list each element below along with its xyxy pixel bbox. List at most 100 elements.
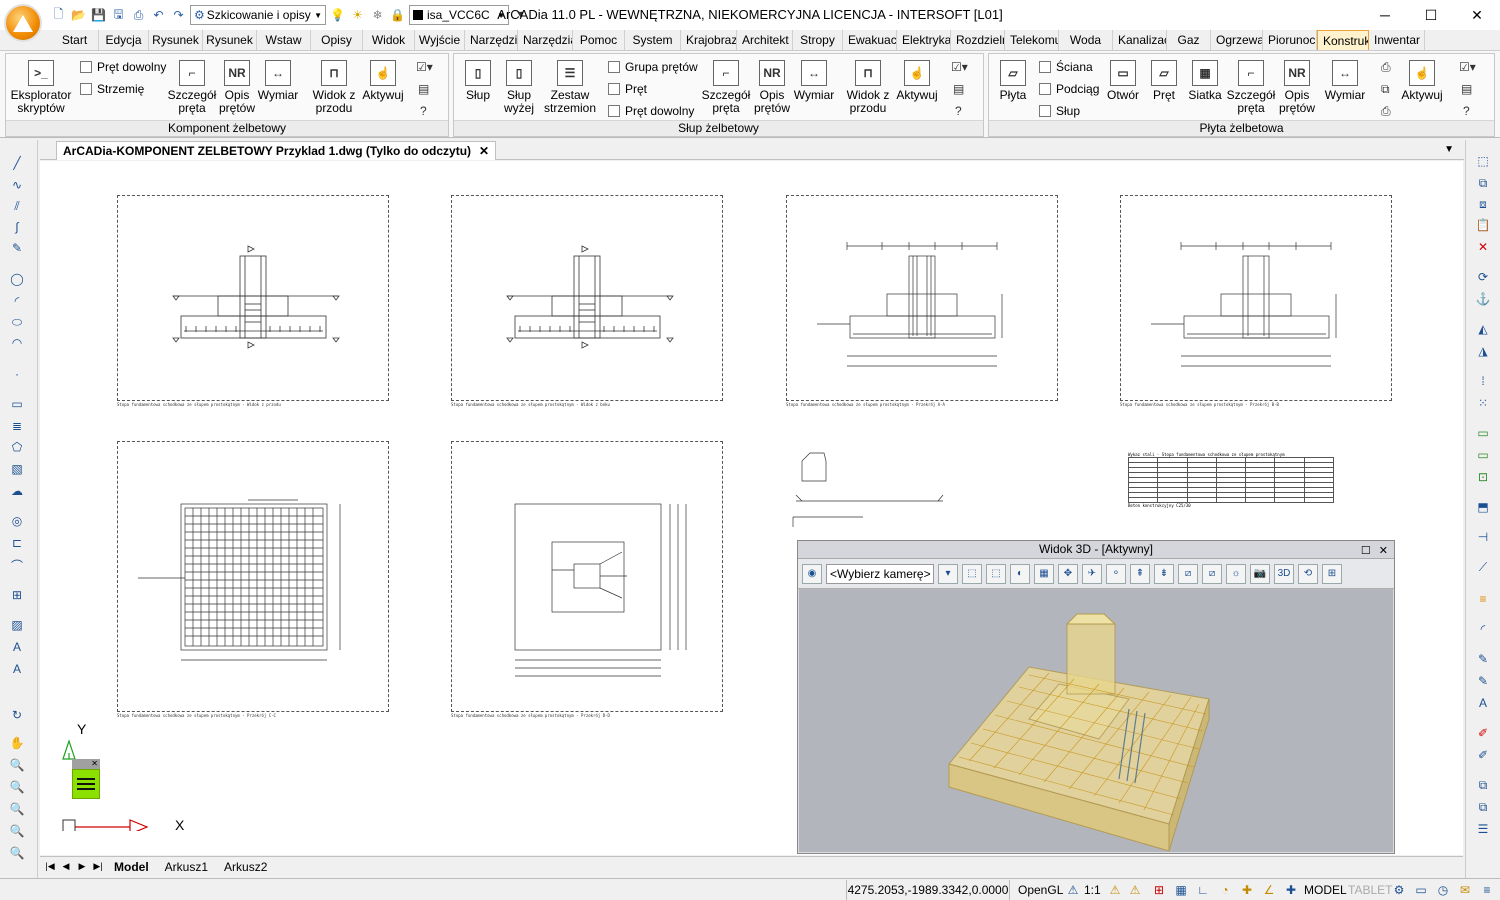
- tab-wyjscie[interactable]: Wyjście: [415, 30, 465, 50]
- view-perspective-icon[interactable]: ⬚: [962, 563, 982, 584]
- tab-inwentar[interactable]: Inwentar: [1369, 30, 1425, 50]
- view-3d-window[interactable]: Widok 3D - [Aktywny] ☐ ✕ ◉ <Wybierz kame…: [797, 540, 1395, 854]
- chevron-down-icon[interactable]: ▼: [1444, 144, 1454, 155]
- coordinates-readout[interactable]: 4275.2053,-1989.3342,0.0000: [846, 880, 1010, 900]
- view-3d-titlebar[interactable]: Widok 3D - [Aktywny] ☐ ✕: [798, 541, 1394, 559]
- tab-rysunek-2[interactable]: Rysunek: [203, 30, 257, 50]
- tab-woda[interactable]: Woda: [1059, 30, 1113, 50]
- table-icon[interactable]: ⊞: [8, 586, 26, 604]
- zoom-previous-icon[interactable]: 🔍: [8, 822, 26, 840]
- scale-label[interactable]: 1:1: [1084, 883, 1101, 897]
- orbit-icon[interactable]: ✥: [1058, 563, 1078, 584]
- view-axonometric-icon[interactable]: ⬚: [986, 563, 1006, 584]
- tab-edycja[interactable]: Edycja: [99, 30, 149, 50]
- slup-button[interactable]: ▯ Słup: [458, 60, 498, 102]
- match-properties-icon[interactable]: ✐: [1474, 746, 1492, 764]
- tab-elektryka[interactable]: Elektryka: [897, 30, 951, 50]
- add-camera-icon[interactable]: ◉: [802, 563, 822, 584]
- restore-button[interactable]: ☐: [1361, 543, 1371, 560]
- redo-icon[interactable]: ↷: [170, 7, 187, 24]
- tab-ewakuacja[interactable]: Ewakuacja: [843, 30, 897, 50]
- light-icon[interactable]: ☼: [1226, 563, 1246, 584]
- mail-icon[interactable]: ✉: [1456, 881, 1474, 899]
- tab-stropy[interactable]: Stropy: [793, 30, 843, 50]
- lock-icon[interactable]: 🔒: [389, 7, 406, 24]
- zoom-window-icon[interactable]: 🔍: [8, 778, 26, 796]
- snap-tracking-icon[interactable]: ∠: [1260, 881, 1278, 899]
- line-icon[interactable]: ╱: [8, 154, 26, 172]
- render-style-icon[interactable]: ◐: [1010, 563, 1030, 584]
- tab-rysunek[interactable]: Rysunek: [149, 30, 203, 50]
- tab-arkusz2[interactable]: Arkusz2: [218, 860, 273, 874]
- tab-rozdzielnia[interactable]: Rozdzielnia: [951, 30, 1005, 50]
- zoom-in-icon[interactable]: 🔍: [8, 844, 26, 862]
- wall-material-icon[interactable]: ▦: [1034, 563, 1054, 584]
- insert-block-icon[interactable]: ⊏: [8, 534, 26, 552]
- help-button[interactable]: ?: [955, 104, 962, 118]
- point-icon[interactable]: ·: [8, 365, 26, 383]
- podciag-button[interactable]: Podciąg: [1039, 82, 1099, 96]
- select-icon[interactable]: ⬚: [1474, 152, 1492, 170]
- save-icon[interactable]: 💾: [90, 7, 107, 24]
- view-3d-icon[interactable]: ⟲: [1298, 563, 1318, 584]
- ortho-icon[interactable]: ∟: [1194, 881, 1212, 899]
- szczegol-preta-button[interactable]: ⌐ Szczegół pręta: [166, 60, 218, 115]
- mirror-copy-icon[interactable]: ⧈: [1474, 195, 1492, 213]
- donut-icon[interactable]: ◎: [8, 512, 26, 530]
- break-icon[interactable]: ⟋: [1474, 558, 1492, 576]
- wymiar-3-button[interactable]: ↔ Wymiar: [1323, 60, 1367, 102]
- pret-button[interactable]: Pręt: [608, 82, 647, 96]
- grid-icon[interactable]: ⊞: [1322, 563, 1342, 584]
- section-icon[interactable]: ⧄: [1178, 563, 1198, 584]
- tab-wstaw[interactable]: Wstaw: [257, 30, 311, 50]
- eraser-icon[interactable]: ✐: [1474, 724, 1492, 742]
- multiline-text-icon[interactable]: A: [8, 660, 26, 678]
- section-2-icon[interactable]: ⧄: [1202, 563, 1222, 584]
- opis-pretow-button[interactable]: NR Opis prętów: [218, 60, 256, 115]
- widok-z-przodu-2-button[interactable]: ⊓ Widok z przodu: [842, 60, 894, 115]
- tab-narzedzia[interactable]: Narzędzia: [465, 30, 518, 50]
- print-small-icon[interactable]: ⎙: [1381, 104, 1391, 119]
- wymiar-2-button[interactable]: ↔ Wymiar: [792, 60, 836, 102]
- plyta-button[interactable]: ▱ Płyta: [991, 60, 1035, 102]
- tab-konstruk[interactable]: Konstruk: [1317, 30, 1369, 50]
- tab-kanalizac[interactable]: Kanalizac: [1113, 30, 1167, 50]
- tab-narzedzia-2[interactable]: Narzędzia: [518, 30, 573, 50]
- annotation-visibility-icon[interactable]: ⚠: [1106, 881, 1124, 899]
- tab-widok[interactable]: Widok: [363, 30, 415, 50]
- tab-system[interactable]: System: [625, 30, 681, 50]
- zoom-extents-icon[interactable]: 🔍: [8, 800, 26, 818]
- opis-pretow-2-button[interactable]: NR Opis prętów: [752, 60, 792, 115]
- polar-tracking-icon[interactable]: ◔: [1216, 881, 1234, 899]
- edit-text-icon[interactable]: A: [1474, 694, 1492, 712]
- wymiar-button[interactable]: ↔ Wymiar: [256, 60, 300, 102]
- polyline-icon[interactable]: ∿: [8, 176, 26, 194]
- clean-screen-icon[interactable]: ◷: [1434, 881, 1452, 899]
- tablet-button[interactable]: TABLET: [1348, 883, 1392, 897]
- paste-icon[interactable]: 📋: [1474, 216, 1492, 234]
- move-icon[interactable]: ⊡: [1474, 468, 1492, 486]
- mirror-icon[interactable]: ◭: [1474, 320, 1492, 338]
- extend-icon[interactable]: ⊣: [1474, 528, 1492, 546]
- first-sheet-icon[interactable]: |◀: [44, 861, 56, 872]
- pan-hand-icon[interactable]: ✋: [8, 734, 26, 752]
- renderer-label[interactable]: OpenGL: [1018, 883, 1063, 897]
- tab-telekomu[interactable]: Telekomu: [1005, 30, 1059, 50]
- fillet-icon[interactable]: ◜: [1474, 620, 1492, 638]
- cloud-icon[interactable]: ☁: [8, 482, 26, 500]
- list-icon[interactable]: ▤: [1461, 82, 1472, 96]
- copy-objects-icon[interactable]: ⧉: [1474, 174, 1492, 192]
- view-3d-scene[interactable]: [799, 589, 1393, 852]
- camera-dropdown-icon[interactable]: ▾: [938, 563, 958, 584]
- tab-krajobraz[interactable]: Krajobraz: [681, 30, 737, 50]
- ellipse-arc-icon[interactable]: ◠: [8, 334, 26, 352]
- object-snap-icon[interactable]: ✚: [1238, 881, 1256, 899]
- slup-wyzej-button[interactable]: ▯ Słup wyżej: [498, 60, 540, 115]
- slup-3-button[interactable]: Słup: [1039, 104, 1080, 118]
- next-sheet-icon[interactable]: ▶: [76, 861, 88, 872]
- tab-gaz[interactable]: Gaz: [1167, 30, 1211, 50]
- freeze-icon[interactable]: ❄: [369, 7, 386, 24]
- otwor-button[interactable]: ▭ Otwór: [1101, 60, 1145, 102]
- minimize-button[interactable]: ─: [1362, 0, 1408, 30]
- delete-icon[interactable]: ✕: [1474, 238, 1492, 256]
